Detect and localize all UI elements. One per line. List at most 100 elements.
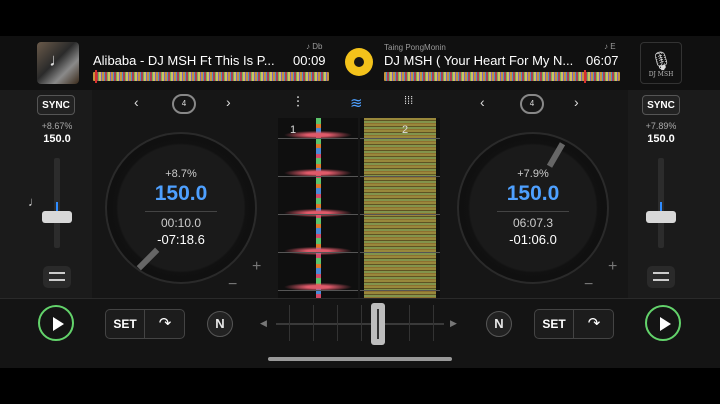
deck2-elapsed-time: 06:07.3 — [512, 216, 554, 230]
beat-line — [278, 138, 358, 139]
crossfader-track[interactable] — [276, 323, 444, 325]
deck1-cover-art[interactable]: ♩ — [37, 42, 79, 84]
deck1-time: 00:09 — [293, 53, 326, 68]
deck2-key: ♪ E — [604, 42, 616, 51]
deck1-bpm-small: 150.0 — [43, 133, 71, 145]
deck1-key: ♪ Db — [306, 42, 323, 51]
dj-app: ♩ Alibaba - DJ MSH Ft This Is P... ♪ Db … — [0, 36, 720, 368]
deck1-minus-button[interactable]: − — [228, 276, 237, 294]
deck1-track-title: Alibaba - DJ MSH Ft This Is P... — [93, 53, 275, 68]
crossfader-tick — [289, 305, 290, 341]
deck2-set-button[interactable]: SET — [535, 310, 574, 338]
microphone-icon: 🎙 — [649, 51, 673, 71]
track-info-bar: ♩ Alibaba - DJ MSH Ft This Is P... ♪ Db … — [0, 36, 720, 90]
app-logo-icon[interactable] — [345, 48, 373, 76]
deck2-number-label: 2 — [402, 124, 409, 136]
deck2-next-button[interactable]: › — [574, 94, 579, 110]
deck2-cover-text: DJ MSH — [648, 71, 674, 78]
deck1-jog-pitch: +8.7% — [165, 168, 197, 180]
deck1-cue-group: SET ↷ — [105, 309, 185, 339]
waveform-icon[interactable]: ≋ — [350, 94, 363, 112]
deck2-neural-mix-button[interactable]: N — [486, 311, 512, 337]
beat-line — [278, 252, 358, 253]
crossfader-tick — [409, 305, 410, 341]
deck2-jog-bpm: 150.0 — [506, 182, 560, 205]
beat-line — [360, 290, 440, 291]
deck1-scrolling-waveform[interactable]: 1 — [278, 118, 358, 298]
deck1-note-icon: ♩ — [28, 194, 41, 209]
deck1-jog-bpm: 150.0 — [154, 182, 208, 205]
deck1-jog-marker — [136, 247, 160, 271]
crossfader-right-icon[interactable]: ▶ — [450, 318, 457, 329]
beat-line — [360, 138, 440, 139]
deck2-cue-group: SET ↷ — [534, 309, 614, 339]
beat-line — [360, 176, 440, 177]
waveform-peak — [278, 208, 358, 218]
deck2-jog-marker — [546, 142, 566, 168]
music-note-icon: ♩ — [49, 50, 67, 70]
deck1-loop-button[interactable]: 4 — [172, 94, 196, 114]
deck1-sync-button[interactable]: SYNC — [37, 95, 75, 115]
beat-line — [278, 176, 358, 177]
deck2-jog-wheel[interactable]: +7.9% 150.0 06:07.3 -01:06.0 — [457, 132, 609, 284]
crossfader-tick — [313, 305, 314, 341]
deck2-jog-divider — [497, 211, 569, 212]
deck1-remaining-time: -07:18.6 — [157, 232, 205, 247]
home-indicator[interactable] — [268, 357, 452, 361]
beat-line — [360, 214, 440, 215]
deck2-waveform-core — [364, 118, 436, 298]
deck2-loop-button[interactable]: 4 — [520, 94, 544, 114]
deck2-bpm-small: 150.0 — [647, 133, 675, 145]
slider-icon — [653, 279, 669, 281]
deck1-eq-button[interactable] — [43, 266, 71, 288]
deck1-plus-button[interactable]: + — [252, 258, 261, 276]
deck1-play-button[interactable] — [38, 305, 74, 341]
deck2-prev-button[interactable]: ‹ — [480, 94, 485, 110]
deck1-elapsed-time: 00:10.0 — [160, 216, 202, 230]
deck2-jog-pitch: +7.9% — [517, 168, 549, 180]
deck2-minus-button[interactable]: − — [584, 276, 593, 294]
deck1-pitch-fader-handle[interactable] — [42, 211, 72, 223]
crossfader-tick — [337, 305, 338, 341]
deck2-sidebar: SYNC +7.89% 150.0 — [628, 90, 720, 298]
deck1-prev-button[interactable]: ‹ — [134, 94, 139, 110]
deck1-jog-wheel[interactable]: +8.7% 150.0 00:10.0 -07:18.6 — [105, 132, 257, 284]
deck1-next-button[interactable]: › — [226, 94, 231, 110]
deck2-remaining-time: -01:06.0 — [509, 232, 557, 247]
deck2-artist: Taing PongMonin — [384, 43, 446, 52]
deck2-play-button[interactable] — [645, 305, 681, 341]
crossfader-left-icon[interactable]: ◀ — [260, 318, 267, 329]
slider-icon — [653, 272, 669, 274]
transport-bar: SET ↷ N ◀ ▶ N SET ↷ — [0, 298, 720, 368]
deck2-pitch-percent: +7.89% — [645, 121, 677, 131]
deck1-overview-playhead — [95, 70, 97, 83]
deck2-overview-playhead — [584, 70, 586, 83]
deck2-time: 06:07 — [586, 53, 619, 68]
center-toolbar: ⫶ ≋ ⁞⁞⁞ — [278, 90, 440, 118]
deck2-scrolling-waveform[interactable]: 2 — [360, 118, 440, 298]
deck2-plus-button[interactable]: + — [608, 258, 617, 276]
crossfader-handle[interactable] — [371, 303, 385, 345]
crossfader-tick — [433, 305, 434, 341]
deck1-set-button[interactable]: SET — [106, 310, 145, 338]
deck1-number-label: 1 — [290, 124, 297, 136]
deck1-sidebar: SYNC +8.67% 150.0 ♩ — [0, 90, 92, 298]
crossfader-tick — [361, 305, 362, 341]
beat-line — [278, 290, 358, 291]
slider-icon — [49, 272, 65, 274]
deck2-sync-button[interactable]: SYNC — [642, 95, 680, 115]
deck2-eq-button[interactable] — [647, 266, 675, 288]
mixer-icon[interactable]: ⫶ — [296, 94, 300, 111]
deck1-overview-waveform[interactable] — [93, 70, 329, 83]
deck2-cover-art[interactable]: 🎙 DJ MSH — [640, 42, 682, 84]
deck2-overview-waveform[interactable] — [384, 70, 620, 83]
waveform-peak — [278, 246, 358, 256]
beat-line — [278, 214, 358, 215]
slider-icon — [49, 279, 65, 281]
grid-icon[interactable]: ⁞⁞⁞ — [404, 95, 413, 107]
deck2-cue-jump-icon[interactable]: ↷ — [575, 310, 613, 338]
deck2-pitch-fader-handle[interactable] — [646, 211, 676, 223]
deck2-track-title: DJ MSH ( Your Heart For My N... — [384, 53, 574, 68]
deck1-neural-mix-button[interactable]: N — [207, 311, 233, 337]
deck1-cue-jump-icon[interactable]: ↷ — [146, 310, 184, 338]
